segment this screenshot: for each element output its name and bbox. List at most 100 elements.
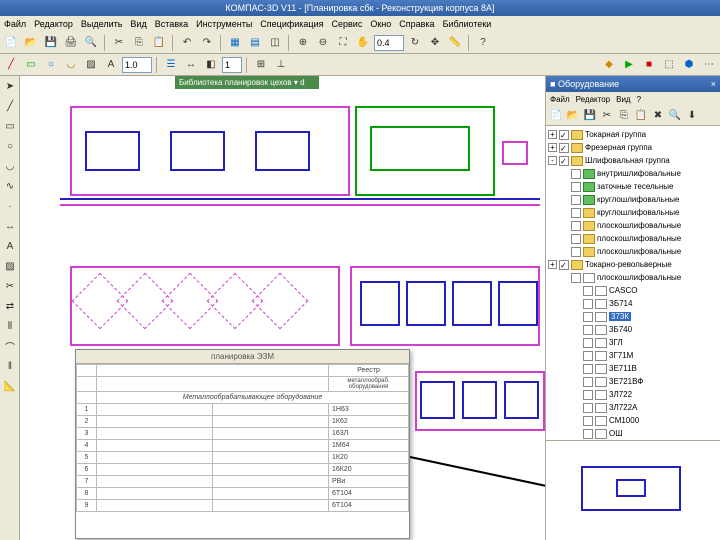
circle2-icon[interactable]: ○ (1, 137, 19, 155)
checkbox[interactable] (583, 325, 593, 335)
checkbox[interactable] (583, 312, 593, 322)
text-icon[interactable]: A (102, 56, 120, 74)
arc-icon[interactable]: ◡ (62, 56, 80, 74)
panel-menu-edit[interactable]: Редактор (576, 95, 610, 104)
tree-item[interactable]: -✓Шлифовальная группа (548, 154, 718, 167)
extra6-icon[interactable]: ⋯ (700, 56, 718, 74)
preview-icon[interactable]: 🔍 (82, 34, 100, 52)
save-icon[interactable]: 💾 (42, 34, 60, 52)
checkbox[interactable] (571, 208, 581, 218)
panel-close-icon[interactable]: × (711, 76, 716, 92)
checkbox[interactable] (571, 182, 581, 192)
extra2-icon[interactable]: ▶ (620, 56, 638, 74)
checkbox[interactable] (583, 429, 593, 439)
panel-save-icon[interactable]: 💾 (582, 108, 598, 124)
panel-del-icon[interactable]: ✖ (650, 108, 666, 124)
checkbox[interactable] (583, 416, 593, 426)
tree-item[interactable]: CASCO (548, 284, 718, 297)
checkbox[interactable] (571, 169, 581, 179)
tree-item[interactable]: +✓Токарная группа (548, 128, 718, 141)
measure-icon[interactable]: 📏 (446, 34, 464, 52)
panel-insert-icon[interactable]: ⬇ (684, 108, 700, 124)
panel-menu-help[interactable]: ? (637, 95, 641, 104)
rect-icon[interactable]: ▭ (22, 56, 40, 74)
extra5-icon[interactable]: ⬢ (680, 56, 698, 74)
checkbox[interactable] (583, 403, 593, 413)
tree-item[interactable]: 3Е721ВФ (548, 375, 718, 388)
tree-item[interactable]: 3Б740 (548, 323, 718, 336)
checkbox[interactable] (571, 273, 581, 283)
zoom-input[interactable] (122, 57, 152, 73)
checkbox[interactable]: ✓ (559, 130, 569, 140)
checkbox[interactable] (583, 377, 593, 387)
zoom-out-icon[interactable]: ⊖ (314, 34, 332, 52)
spec-table-window[interactable]: планировка ЭЗМ Реестр металлообраб. обор… (75, 349, 410, 539)
menu-window[interactable]: Окно (370, 19, 391, 29)
checkbox[interactable] (583, 286, 593, 296)
circle-icon[interactable]: ○ (42, 56, 60, 74)
menu-help[interactable]: Справка (399, 19, 434, 29)
spline-icon[interactable]: ∿ (1, 177, 19, 195)
hatch-icon[interactable]: ▨ (82, 56, 100, 74)
zoom-fit-icon[interactable]: ⛶ (334, 34, 352, 52)
extra1-icon[interactable]: ◆ (600, 56, 618, 74)
view-icon[interactable]: ◫ (266, 34, 284, 52)
hatch2-icon[interactable]: ▨ (1, 257, 19, 275)
tree-item[interactable]: круглошлифовальные (548, 206, 718, 219)
move-icon[interactable]: ✥ (426, 34, 444, 52)
ortho-icon[interactable]: ⊥ (272, 56, 290, 74)
arc2-icon[interactable]: ◡ (1, 157, 19, 175)
redo-icon[interactable]: ↷ (198, 34, 216, 52)
snap-icon[interactable]: ⊞ (252, 56, 270, 74)
tree-item[interactable]: 373К (548, 310, 718, 323)
tree-item[interactable]: ОШ (548, 427, 718, 440)
tree-item[interactable]: плоскошлифовальные (548, 271, 718, 284)
checkbox[interactable] (571, 234, 581, 244)
panel-paste-icon[interactable]: 📋 (633, 108, 649, 124)
mirror-icon[interactable]: ⇄ (1, 297, 19, 315)
checkbox[interactable] (583, 390, 593, 400)
tree-item[interactable]: +✓Фрезерная группа (548, 141, 718, 154)
block-icon[interactable]: ◧ (202, 56, 220, 74)
layer-icon[interactable]: ☰ (162, 56, 180, 74)
tree-item[interactable]: заточные тесельные (548, 180, 718, 193)
panel-menu-view[interactable]: Вид (616, 95, 630, 104)
pointer-icon[interactable]: ➤ (1, 77, 19, 95)
undo-icon[interactable]: ↶ (178, 34, 196, 52)
menu-tools[interactable]: Инструменты (196, 19, 252, 29)
layers-icon[interactable]: ▤ (246, 34, 264, 52)
point-icon[interactable]: · (1, 197, 19, 215)
drawing-canvas[interactable]: Библиотека планировок цехов ▾ d пл (20, 76, 545, 540)
paste-icon[interactable]: 📋 (150, 34, 168, 52)
line2-icon[interactable]: ╱ (1, 97, 19, 115)
offset-icon[interactable]: ‖ (1, 357, 19, 375)
input-val1[interactable] (374, 35, 404, 51)
tree-item[interactable]: СМ1000 (548, 414, 718, 427)
checkbox[interactable]: ✓ (559, 156, 569, 166)
menu-insert[interactable]: Вставка (155, 19, 188, 29)
panel-open-icon[interactable]: 📂 (565, 108, 581, 124)
tree-item[interactable]: 3Л722А (548, 401, 718, 414)
menu-select[interactable]: Выделить (81, 19, 123, 29)
menu-service[interactable]: Сервис (332, 19, 363, 29)
print-icon[interactable]: 🖨 (62, 34, 80, 52)
tree-item[interactable]: +✓Токарно-револьверные (548, 258, 718, 271)
checkbox[interactable] (583, 299, 593, 309)
checkbox[interactable]: ✓ (559, 260, 569, 270)
checkbox[interactable] (583, 351, 593, 361)
trim-icon[interactable]: ✂ (1, 277, 19, 295)
panel-new-icon[interactable]: 📄 (548, 108, 564, 124)
tree-item[interactable]: ЗБ714 (548, 297, 718, 310)
tree-item[interactable]: 3Г71М (548, 349, 718, 362)
pan-icon[interactable]: ✋ (354, 34, 372, 52)
fillet-icon[interactable]: ⌒ (1, 337, 19, 355)
checkbox[interactable] (571, 221, 581, 231)
help-icon[interactable]: ? (474, 34, 492, 52)
open-icon[interactable]: 📂 (22, 34, 40, 52)
tree-item[interactable]: плоскошлифовальные (548, 232, 718, 245)
menu-file[interactable]: Файл (4, 19, 26, 29)
input-val2[interactable] (222, 57, 242, 73)
menu-libs[interactable]: Библиотеки (443, 19, 492, 29)
dim-icon[interactable]: ↔ (182, 56, 200, 74)
extra3-icon[interactable]: ■ (640, 56, 658, 74)
